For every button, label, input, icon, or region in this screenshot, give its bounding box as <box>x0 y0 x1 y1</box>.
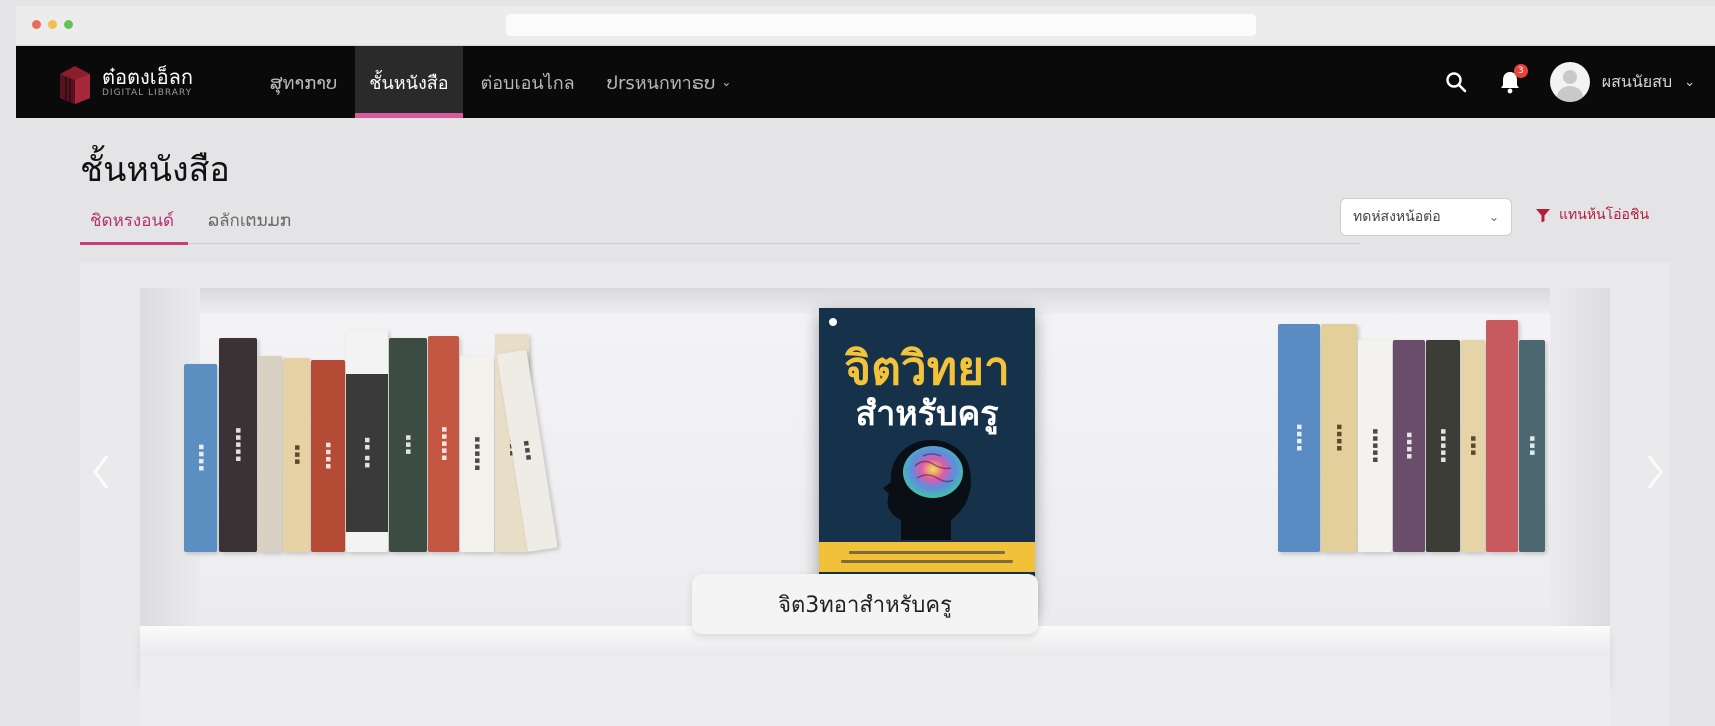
chevron-down-icon: ⌄ <box>721 75 732 89</box>
nav-item-downloads[interactable]: ต่อบเอนไกล <box>467 46 589 118</box>
tab-new-releases[interactable]: ລลักเຕນມກ <box>198 206 305 244</box>
top-navigation: ต๋อตงเอ็ลก DIGITAL LIBRARY ສຸทາກາບ ชั้นห… <box>16 46 1715 118</box>
search-button[interactable] <box>1442 68 1470 96</box>
publisher-logo-icon <box>829 318 837 326</box>
book-spine[interactable]: ▪▪▪▪▪ <box>1426 340 1460 552</box>
main-menu: ສຸทາກາບ ชั้นหนังสือ ต่อบเอนไกล ປrsหนกทาຣ… <box>256 46 749 118</box>
book-spine[interactable]: ▪▪▪▪▪ <box>460 356 494 552</box>
logo-subtitle: DIGITAL LIBRARY <box>102 87 193 98</box>
tab-label: ชิดหรงอนด์ <box>90 211 175 231</box>
featured-book-cover[interactable]: จิตวิทยา สำหรับครู <box>819 308 1035 612</box>
book-spine[interactable] <box>258 356 282 552</box>
book-spine[interactable]: ▪▪▪▪ <box>1393 340 1425 552</box>
book-spine[interactable]: ▪▪▪ <box>389 338 427 552</box>
user-name: ผสนนัยสบ <box>1601 71 1673 91</box>
lower-shelf <box>140 656 1610 726</box>
book-spine[interactable]: ▪▪▪▪▪ <box>1358 340 1392 552</box>
chevron-down-icon: ⌄ <box>1684 74 1695 90</box>
browser-chrome <box>16 6 1715 46</box>
nav-item-label: ປrsหนกทาຣບ <box>606 72 716 94</box>
sort-value: ทดห่สงหน้อต่อ <box>1353 209 1441 225</box>
book-spine[interactable]: ▪▪▪▪ <box>311 360 345 552</box>
close-window-button[interactable] <box>32 20 41 29</box>
head-brain-icon <box>883 440 971 540</box>
shelf-tabs: ชิดหรงอนด์ ລลักเຕນມກ <box>80 206 1360 245</box>
bookshelf: ▪▪▪▪ ▪▪▪▪▪ ▪▪▪ ▪▪▪▪ ▪▪ ▪▪ ▪▪▪ ▪▪▪▪▪ ▪▪▪▪… <box>80 262 1670 726</box>
app-logo[interactable]: ต๋อตงเอ็ลก DIGITAL LIBRARY <box>56 60 193 104</box>
filter-label: แทนห้นโอ่อชิน <box>1559 207 1650 223</box>
notification-badge: 3 <box>1513 64 1528 78</box>
notifications-button[interactable]: 3 <box>1496 64 1528 96</box>
maximize-window-button[interactable] <box>64 20 73 29</box>
nav-item-categories[interactable]: ປrsหนกทาຣບ ⌄ <box>593 46 746 118</box>
sort-dropdown[interactable]: ทดห่สงหน้อต่อ ⌄ <box>1340 198 1512 236</box>
cover-subtitle-band <box>819 542 1035 572</box>
book-spine[interactable]: ▪▪▪▪▪ <box>219 338 257 552</box>
nav-item-label: ต่อบเอนไกล <box>480 72 575 94</box>
minimize-window-button[interactable] <box>48 20 57 29</box>
address-bar[interactable] <box>506 14 1256 36</box>
book-spine[interactable]: ▪▪▪▪ <box>1321 324 1357 552</box>
shelf-right-wall <box>1550 288 1610 678</box>
nav-item-home[interactable]: ສຸทາກາບ <box>256 46 351 118</box>
featured-title-line1: จิตวิทยา <box>844 341 1010 395</box>
filter-icon <box>1536 209 1550 223</box>
tab-recommended[interactable]: ชิดหรงอนด์ <box>80 206 189 245</box>
search-icon <box>1446 72 1467 93</box>
tab-label: ລลักเຕນມກ <box>208 211 292 231</box>
book-spine[interactable]: ▪▪▪▪ <box>1278 324 1320 552</box>
avatar <box>1549 62 1590 102</box>
nav-item-label: ชั้นหนังสือ <box>369 72 449 94</box>
next-arrow-button[interactable] <box>1640 442 1670 502</box>
book-spine[interactable]: ▪▪ ▪▪ <box>346 330 388 552</box>
book-spine[interactable]: ▪▪▪▪ <box>184 364 217 552</box>
logo-title: ต๋อตงเอ็ลก <box>102 64 193 89</box>
book-spine[interactable]: ▪▪▪ <box>283 358 310 552</box>
book-spine[interactable]: ▪▪▪ <box>1519 340 1545 552</box>
library-logo-icon <box>56 60 94 104</box>
window-controls <box>32 20 73 29</box>
featured-book-caption: จิต3ทอาสำหรับครู <box>692 574 1038 634</box>
previous-arrow-button[interactable] <box>86 442 116 502</box>
nav-item-bookshelf[interactable]: ชั้นหนังสือ <box>355 46 463 118</box>
page-title: ชั้นหนังสือ <box>80 150 230 190</box>
filter-button[interactable]: แทนห้นโอ่อชิน <box>1535 204 1649 226</box>
book-spine[interactable] <box>1486 320 1518 552</box>
book-spine[interactable]: ▪▪▪▪▪ <box>428 336 459 552</box>
book-spine[interactable]: ▪▪▪ <box>1461 340 1485 552</box>
chevron-down-icon: ⌄ <box>1488 210 1499 224</box>
nav-item-label: ສຸทາກາບ <box>270 72 338 94</box>
chevron-right-icon <box>1647 455 1663 489</box>
user-menu[interactable]: ผสนนัยสบ ⌄ <box>1549 62 1695 102</box>
chevron-left-icon <box>93 455 109 489</box>
